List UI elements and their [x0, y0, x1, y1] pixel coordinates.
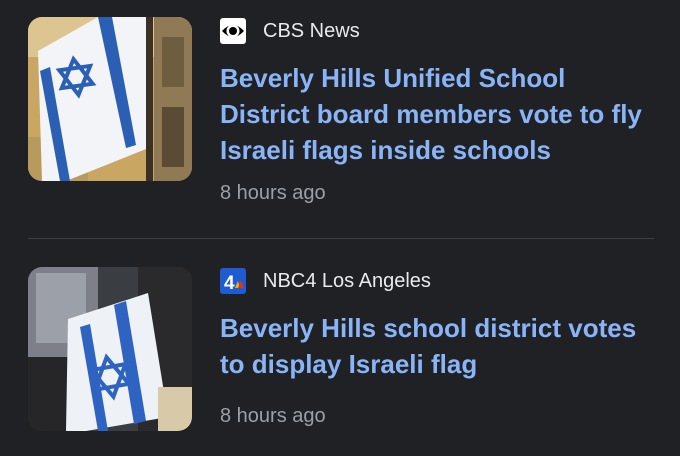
article-thumbnail[interactable]: [28, 267, 192, 431]
cbs-eye-logo-icon: [220, 18, 246, 44]
source-row: 4 NBC4 Los Angeles: [220, 268, 431, 294]
source-name: CBS News: [263, 20, 360, 42]
article-headline[interactable]: Beverly Hills school district votes to d…: [220, 310, 660, 382]
svg-text:4: 4: [224, 273, 235, 294]
card-divider: [28, 238, 654, 239]
news-card[interactable]: CBS News Beverly Hills Unified School Di…: [0, 0, 680, 228]
source-row: CBS News: [220, 18, 360, 44]
article-headline[interactable]: Beverly Hills Unified School District bo…: [220, 60, 660, 168]
article-timestamp: 8 hours ago: [220, 405, 326, 427]
nbc4-logo-icon: 4: [220, 268, 246, 294]
article-timestamp: 8 hours ago: [220, 182, 326, 204]
israeli-flag-photo-icon: [28, 267, 192, 431]
article-thumbnail[interactable]: [28, 17, 192, 181]
source-name: NBC4 Los Angeles: [263, 270, 431, 292]
israeli-flag-photo-icon: [28, 17, 192, 181]
news-card[interactable]: 4 NBC4 Los Angeles Beverly Hills school …: [0, 240, 680, 456]
